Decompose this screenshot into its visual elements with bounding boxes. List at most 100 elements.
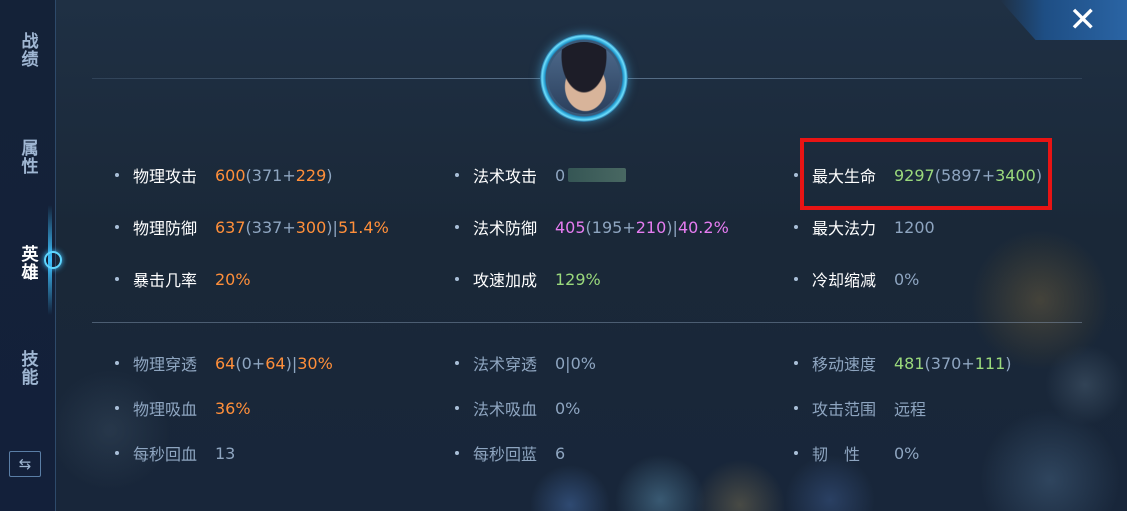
stat-bonus: 300 [295,217,327,237]
stat-total: 637 [215,217,246,237]
bullet-icon [455,225,459,229]
bullet-icon [794,277,798,281]
active-tab-marker-icon [44,251,62,269]
stat-value: 36% [215,398,251,418]
stat-base: 0 [241,353,252,373]
stat-phys-attack: 物理攻击 600(371 +229) [115,163,333,187]
stat-label: 最大法力 [812,219,877,238]
stat-magic-pen: 法术穿透 0|0% [455,351,596,375]
paren: ) [1005,353,1012,373]
highlight-box [800,138,1052,210]
stat-value: 远程 [894,400,927,419]
stat-value: 0% [894,269,920,289]
stat-percent: 40.2% [677,217,729,237]
stat-label: 攻速加成 [473,271,538,290]
bullet-icon [115,173,119,177]
close-icon: ✕ [1068,0,1098,40]
stat-base: 370 [930,353,962,373]
stat-label: 韧 性 [812,445,861,464]
background-bar-decoration [568,168,626,182]
bullet-icon [794,451,798,455]
stat-bonus: 64 [265,353,286,373]
stat-tenacity: 韧 性 0% [794,441,919,465]
stat-bonus: 111 [974,353,1006,373]
stat-mana-regen: 每秒回蓝 6 [455,441,565,465]
stat-percent: 51.4% [337,217,389,237]
stat-value: 1200 [894,217,935,237]
stat-value: 6 [555,443,566,463]
plus: + [251,353,266,373]
stat-bonus: 210 [635,217,667,237]
stat-percent: 30% [297,353,333,373]
stat-label: 法术穿透 [473,355,538,374]
stat-total: 481 [894,353,925,373]
stat-attack-range: 攻击范围 远程 [794,396,926,420]
bullet-icon [115,225,119,229]
stat-value: 129% [555,269,601,289]
stat-cdr: 冷却缩减 0% [794,267,919,291]
bullet-icon [794,173,798,177]
stat-phys-pen: 物理穿透 64(0 +64) | 30% [115,351,333,375]
stat-label: 物理穿透 [133,355,198,374]
stat-attack-speed: 攻速加成 129% [455,267,601,291]
stat-label: 冷却缩减 [812,271,877,290]
bullet-icon [115,361,119,365]
stat-label: 攻击范围 [812,400,877,419]
stat-label: 物理攻击 [133,167,198,186]
bullet-icon [455,406,459,410]
stat-value: 0|0% [555,353,596,373]
stat-phys-def: 物理防御 637(337 +300) | 51.4% [115,215,389,239]
stat-total: 600 [215,165,246,185]
plus: + [961,353,975,373]
hero-avatar [548,42,620,114]
stat-label: 移动速度 [812,355,877,374]
stat-lifesteal: 物理吸血 36% [115,396,251,420]
stat-value: 0% [555,398,581,418]
stat-spell-vamp: 法术吸血 0% [455,396,580,420]
stat-value: 20% [215,269,251,289]
bullet-icon [455,451,459,455]
stat-value: 0 [555,165,566,185]
stat-crit-rate: 暴击几率 20% [115,267,251,291]
stat-max-mana: 最大法力 1200 [794,215,935,239]
stat-label: 法术攻击 [473,167,538,186]
stat-bonus: 229 [295,165,327,185]
stat-base: 195 [591,217,623,237]
stat-label: 每秒回蓝 [473,445,538,464]
stat-label: 物理吸血 [133,400,198,419]
stat-magic-def: 法术防御 405(195 +210) | 40.2% [455,215,729,239]
tab-record[interactable]: 战绩 [0,20,55,80]
stat-value: 13 [215,443,236,463]
section-divider [92,322,1082,323]
stat-base: 371 [251,165,283,185]
bullet-icon [115,451,119,455]
stat-hp-regen: 每秒回血 13 [115,441,235,465]
bullet-icon [794,361,798,365]
stat-magic-attack: 法术攻击 0 [455,163,565,187]
bullet-icon [794,406,798,410]
stat-label: 法术吸血 [473,400,538,419]
stat-label: 暴击几率 [133,271,198,290]
bullet-icon [455,173,459,177]
bullet-icon [455,361,459,365]
stat-value: 0% [894,443,920,463]
swap-arrows-icon: ⇆ [18,455,32,473]
stat-base: 337 [251,217,283,237]
bullet-icon [115,406,119,410]
stat-total: 64 [215,353,236,373]
stat-label: 法术防御 [473,219,538,238]
plus: + [282,217,296,237]
plus: + [622,217,636,237]
swap-button[interactable]: ⇆ [9,451,41,477]
bullet-icon [115,277,119,281]
bullet-icon [455,277,459,281]
paren: ) [326,165,333,185]
stat-total: 405 [555,217,586,237]
stat-label: 物理防御 [133,219,198,238]
bullet-icon [794,225,798,229]
tab-attributes[interactable]: 属性 [0,127,55,187]
plus: + [282,165,296,185]
stat-label: 每秒回血 [133,445,198,464]
tab-skills[interactable]: 技能 [0,338,55,398]
stat-move-speed: 移动速度 481(370 +111) [794,351,1012,375]
